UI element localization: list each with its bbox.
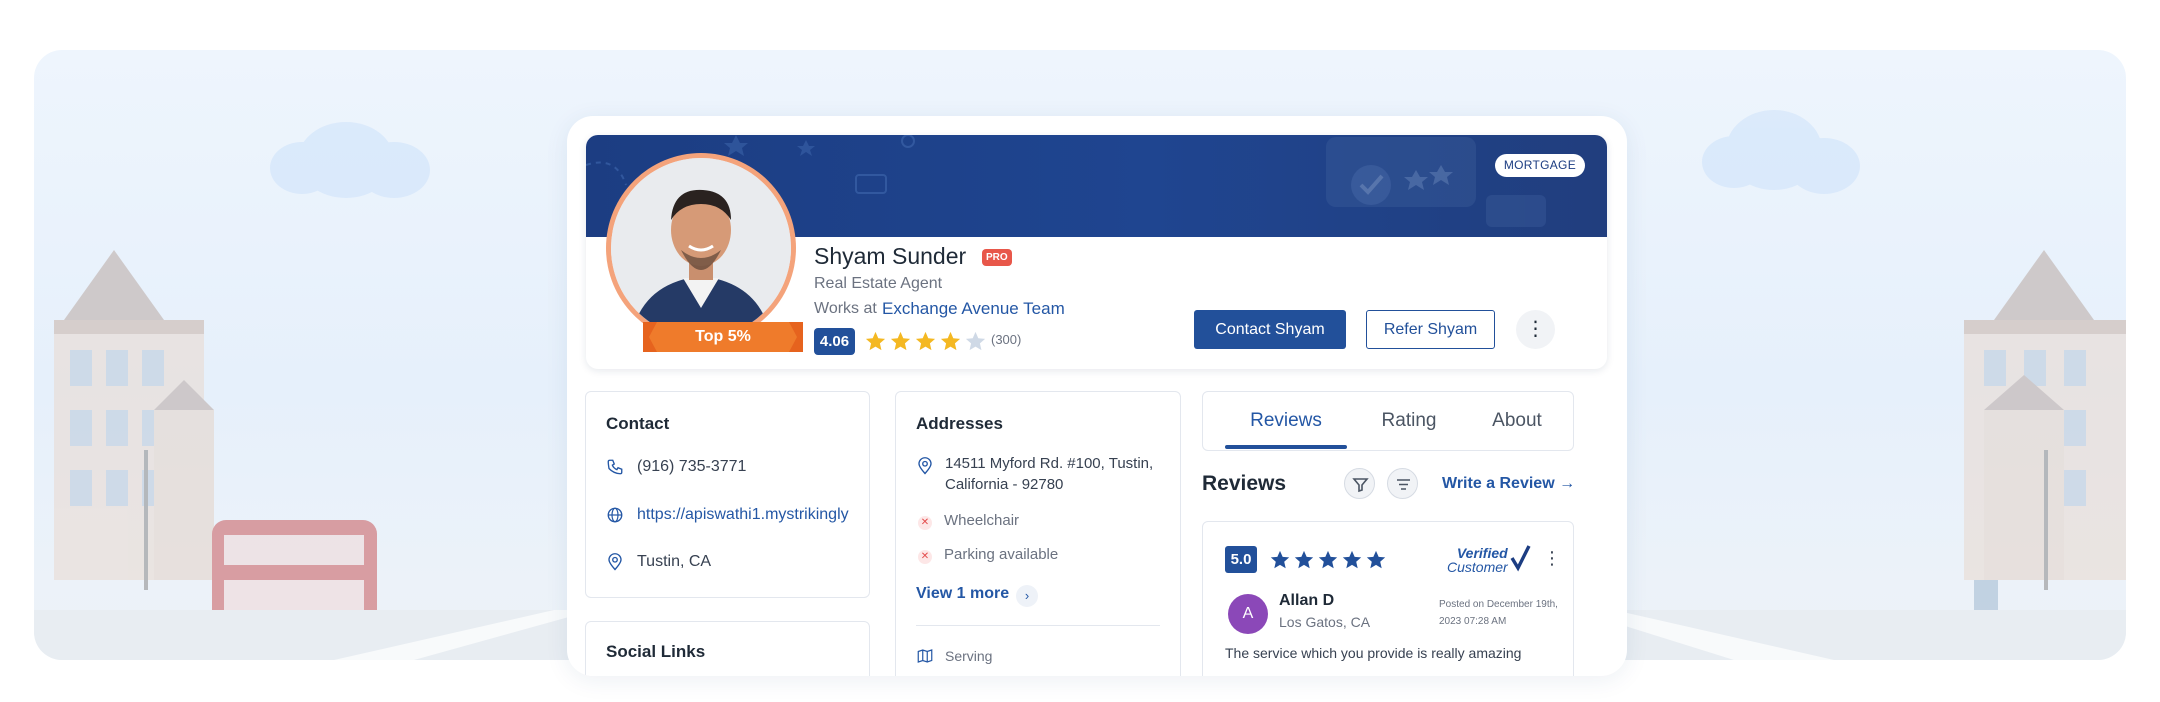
star-icon	[1342, 550, 1362, 569]
star-icon	[940, 331, 961, 351]
tab-reviews[interactable]: Reviews	[1225, 392, 1347, 450]
person-photo-icon	[611, 158, 791, 338]
verified-line2: Customer	[1447, 559, 1508, 575]
reviews-heading: Reviews	[1202, 472, 1287, 495]
unavailable-icon: ✕	[918, 550, 932, 564]
top-percent-label: Top 5%	[695, 328, 751, 345]
star-icon	[1366, 550, 1386, 569]
active-tab-indicator	[1225, 445, 1347, 449]
rating-score: 4.06	[814, 328, 855, 355]
kebab-icon[interactable]: ⋮	[1516, 310, 1555, 349]
phone-number[interactable]: (916) 735-3771	[637, 458, 746, 476]
reviewer-avatar: A	[1228, 594, 1268, 634]
reviewer-name: Allan D	[1279, 592, 1335, 609]
kebab-icon[interactable]: ⋮	[1543, 546, 1561, 570]
company-link[interactable]: Exchange Avenue Team	[882, 299, 1065, 319]
verified-check-icon	[1510, 545, 1531, 572]
star-icon	[965, 331, 986, 351]
category-badge: MORTGAGE	[1494, 154, 1585, 177]
write-review-link[interactable]: Write a Review →	[1442, 475, 1575, 493]
star-icon	[1294, 550, 1314, 569]
review-card: 5.0 Verified Customer ⋮ A Allan D Los Ga…	[1202, 521, 1574, 676]
addresses-panel: Addresses 14511 Myford Rd. #100, Tustin,…	[895, 391, 1181, 676]
contact-button[interactable]: Contact Shyam	[1194, 310, 1346, 349]
phone-icon	[607, 459, 623, 475]
reviewer-location: Los Gatos, CA	[1279, 614, 1371, 630]
amenity-parking: Parking available	[944, 546, 1059, 563]
write-review-label: Write a Review	[1442, 475, 1555, 492]
profile-avatar	[606, 153, 796, 343]
verified-line1: Verified	[1456, 545, 1508, 561]
serving-label: Serving	[945, 648, 993, 664]
amenity-wheelchair: Wheelchair	[944, 512, 1020, 529]
view-more-link[interactable]: View 1 more	[916, 585, 1009, 603]
website-link[interactable]: https://apiswathi1.mystrikingly	[637, 506, 849, 524]
social-links-panel: Social Links	[585, 621, 870, 676]
works-at-label: Works at	[814, 300, 877, 317]
review-stars	[1269, 549, 1387, 571]
chevron-right-icon[interactable]: ›	[1016, 585, 1038, 607]
location-pin-icon	[918, 457, 932, 475]
contact-panel: Contact (916) 735-3771 https://apiswathi…	[585, 391, 870, 598]
star-icon	[1270, 550, 1290, 569]
star-icon	[1318, 550, 1338, 569]
location-pin-icon	[608, 553, 622, 571]
contact-title: Contact	[606, 414, 670, 433]
star-icon	[865, 331, 886, 351]
review-score: 5.0	[1225, 546, 1257, 573]
refer-button[interactable]: Refer Shyam	[1366, 310, 1495, 349]
sort-icon[interactable]	[1387, 468, 1418, 499]
arrow-right-icon: →	[1559, 475, 1576, 492]
tab-about[interactable]: About	[1467, 392, 1567, 450]
profile-name: Shyam Sunder	[814, 243, 967, 269]
star-icon	[890, 331, 911, 351]
profile-photo	[611, 158, 791, 338]
review-date: Posted on December 19th, 2023 07:28 AM	[1439, 599, 1558, 627]
address-text: 14511 Myford Rd. #100, Tustin, Californi…	[945, 455, 1154, 493]
unavailable-icon: ✕	[918, 516, 932, 530]
globe-icon	[607, 507, 623, 523]
review-text: The service which you provide is really …	[1225, 645, 1522, 661]
social-links-title: Social Links	[606, 642, 706, 661]
profile-header: MORTGAGE Top 5% Shyam Sunder PRO Real Es…	[586, 135, 1607, 369]
filter-icon[interactable]	[1344, 468, 1375, 499]
tab-rating[interactable]: Rating	[1359, 392, 1459, 450]
pro-badge: PRO	[982, 249, 1012, 266]
star-icon	[915, 331, 936, 351]
addresses-title: Addresses	[916, 414, 1003, 433]
profile-role: Real Estate Agent	[814, 275, 943, 292]
divider	[916, 625, 1160, 626]
review-count[interactable]: (300)	[991, 332, 1021, 347]
tabs-panel: Reviews Rating About	[1202, 391, 1574, 451]
verified-customer-badge: Verified Customer	[1447, 546, 1508, 574]
map-icon	[917, 649, 933, 663]
location-text: Tustin, CA	[637, 553, 712, 570]
profile-card: MORTGAGE Top 5% Shyam Sunder PRO Real Es…	[567, 116, 1627, 676]
rating-stars	[864, 330, 987, 354]
